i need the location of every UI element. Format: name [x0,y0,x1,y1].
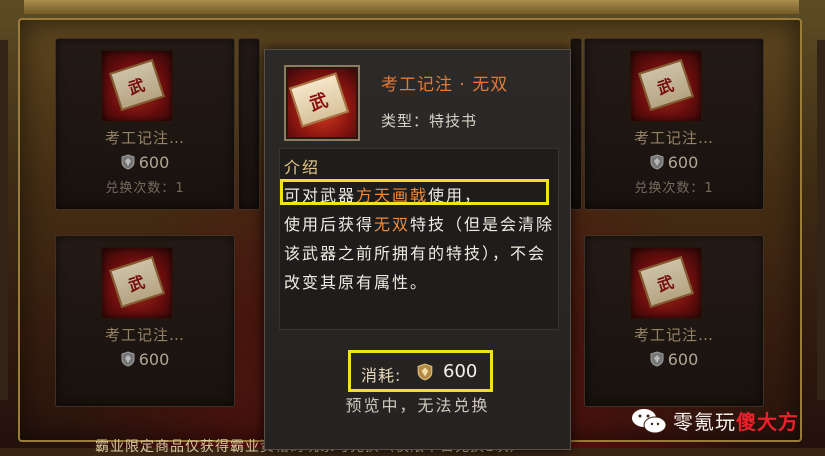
item-title: 考工记注 · 无双 [381,75,509,95]
item-type: 类型：特技书 [381,112,478,130]
highlight-annotation-box [280,179,549,205]
item-detail-popup: 武 考工记注 · 无双 类型：特技书 介绍 可对武器方天画戟使用， 使用后获得无… [264,49,571,450]
wechat-icon [632,409,667,434]
watermark-text: 零氪玩傻大方 [673,410,799,434]
cost-label: 消耗: [361,366,402,385]
description-box: 介绍 可对武器方天画戟使用， 使用后获得无双特技（但是会清除该武器之前所拥有的特… [279,148,559,330]
skill-highlight: 无双 [374,215,411,234]
cost-annotation-box: 消耗: 600 [348,350,493,392]
description-header: 介绍 [284,158,321,177]
item-thumbnail: 武 [284,65,360,141]
preview-note: 预览中，无法兑换 [345,396,490,415]
watermark: 零氪玩傻大方 [630,398,825,448]
shield-icon [417,363,433,381]
cost-value: 600 [443,361,478,382]
